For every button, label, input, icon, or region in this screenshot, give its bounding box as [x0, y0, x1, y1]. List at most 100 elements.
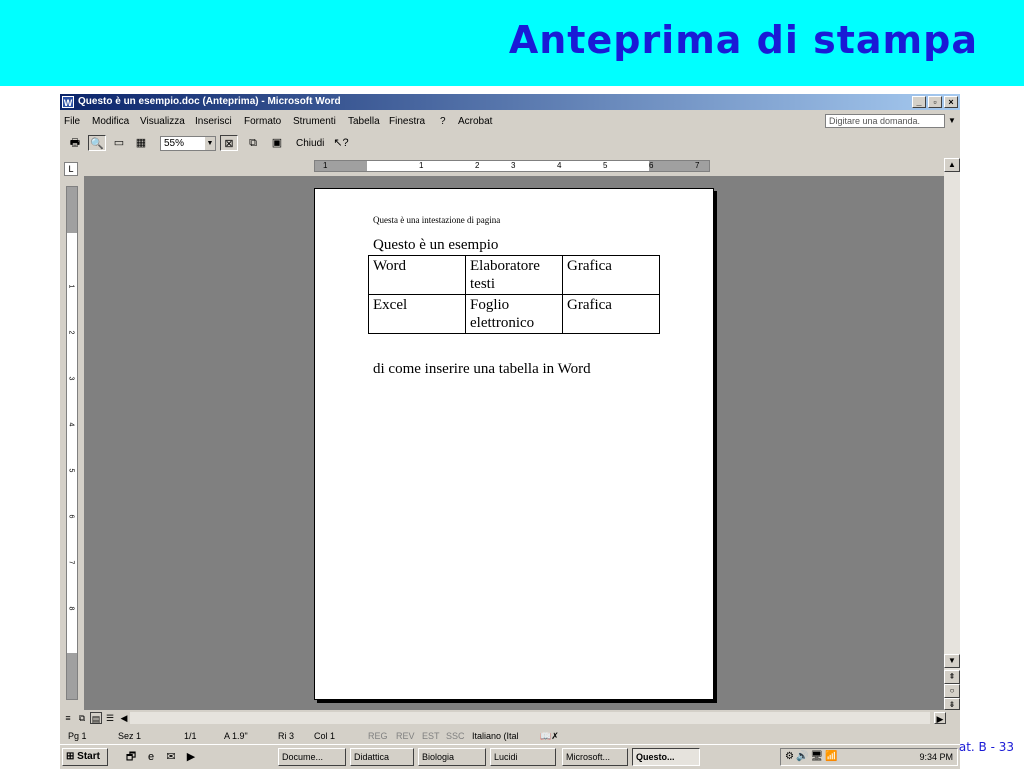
media-icon[interactable]: ▶ — [184, 750, 198, 764]
ruler-mark: 2 — [67, 330, 75, 335]
task-didattica[interactable]: Didattica — [350, 748, 414, 766]
ruler-mark: 4 — [67, 422, 75, 427]
task-microsoft[interactable]: Microsoft... — [562, 748, 628, 766]
ruler-mark: 6 — [649, 161, 654, 170]
task-questo[interactable]: Questo... — [632, 748, 700, 766]
one-page-icon[interactable]: ▭ — [110, 135, 128, 151]
windows-logo-icon: ⊞ — [66, 751, 75, 762]
vertical-scrollbar[interactable]: ▲ ▼ ⇞ ○ ⇟ — [944, 158, 960, 710]
menu-acrobat[interactable]: Acrobat — [458, 116, 492, 127]
outlook-icon[interactable]: ✉ — [164, 750, 178, 764]
previous-page-icon[interactable]: ⇞ — [944, 670, 960, 684]
preview-workspace[interactable]: Questa è una intestazione di pagina Ques… — [84, 176, 944, 710]
status-page: Pg 1 — [68, 731, 87, 741]
web-view-icon[interactable]: ⧉ — [76, 712, 88, 724]
next-page-icon[interactable]: ⇟ — [944, 698, 960, 710]
menu-formato[interactable]: Formato — [244, 116, 281, 127]
ruler-mark: 8 — [67, 606, 75, 611]
status-mode-ovr[interactable]: SSC — [446, 731, 465, 741]
ruler-mark: 3 — [511, 161, 516, 170]
window-title: Questo è un esempio.doc (Anteprima) - Mi… — [78, 96, 341, 107]
outline-view-icon[interactable]: ☰ — [104, 712, 116, 724]
word-window: W Questo è un esempio.doc (Anteprima) - … — [60, 94, 960, 769]
table-cell: Foglio elettronico — [465, 294, 563, 334]
document-body-text: di come inserire una tabella in Word — [373, 361, 591, 377]
show-desktop-icon[interactable]: 🗗 — [124, 750, 138, 764]
browse-object-icon[interactable]: ○ — [944, 684, 960, 698]
status-mode-ext[interactable]: EST — [422, 731, 440, 741]
start-button[interactable]: ⊞ Start — [62, 748, 108, 766]
full-screen-icon[interactable]: ▣ — [268, 135, 286, 151]
scroll-left-icon[interactable]: ◀ — [118, 712, 130, 724]
document-table: Word Elaboratore testi Grafica Excel Fog… — [368, 255, 660, 334]
status-language[interactable]: Italiano (Ital — [472, 731, 519, 741]
horizontal-scroll-track[interactable] — [130, 712, 930, 724]
shrink-to-fit-icon[interactable]: ⧉ — [244, 135, 262, 151]
ruler-bottom-margin — [67, 653, 77, 699]
clock: 9:34 PM — [919, 752, 953, 762]
scroll-right-icon[interactable]: ▶ — [934, 712, 946, 724]
horizontal-ruler[interactable]: 1 1 2 3 4 5 6 7 — [314, 160, 710, 172]
ruler-mark: 1 — [323, 161, 328, 170]
tab-stop-selector[interactable]: L — [64, 162, 78, 176]
status-position: A 1.9" — [224, 731, 248, 741]
close-button[interactable]: × — [944, 96, 958, 108]
task-biologia[interactable]: Biologia — [418, 748, 486, 766]
ruler-mark: 1 — [419, 161, 424, 170]
zoom-dropdown-icon[interactable]: ▼ — [205, 137, 215, 150]
menu-strumenti[interactable]: Strumenti — [293, 116, 336, 127]
menu-tabella[interactable]: Tabella — [348, 116, 380, 127]
windows-taskbar: ⊞ Start 🗗 e ✉ ▶ Docume... Didattica Biol… — [60, 744, 960, 769]
document-page[interactable]: Questa è una intestazione di pagina Ques… — [314, 188, 714, 700]
scroll-up-icon[interactable]: ▲ — [944, 158, 960, 172]
close-preview-button[interactable]: Chiudi — [296, 138, 324, 149]
ruler-mark: 1 — [67, 284, 75, 289]
document-title: Questo è un esempio — [373, 237, 499, 253]
spelling-check-icon[interactable]: 📖✗ — [540, 731, 559, 742]
tray-icons[interactable]: ⚙🔊🖥📶 — [785, 751, 840, 762]
table-cell: Grafica — [562, 294, 660, 334]
normal-view-icon[interactable]: ≡ — [62, 712, 74, 724]
status-pages: 1/1 — [184, 731, 197, 741]
ask-question-input[interactable]: Digitare una domanda. — [825, 114, 945, 128]
status-mode-rec[interactable]: REG — [368, 731, 388, 741]
menu-file[interactable]: File — [64, 116, 80, 127]
menu-modifica[interactable]: Modifica — [92, 116, 129, 127]
status-mode-trk[interactable]: REV — [396, 731, 415, 741]
ruler-top-margin — [67, 187, 77, 233]
ruler-mark: 7 — [67, 560, 75, 565]
task-lucidi[interactable]: Lucidi — [490, 748, 556, 766]
ask-dropdown-icon[interactable]: ▼ — [946, 114, 958, 128]
vertical-ruler[interactable]: 1 2 3 4 5 6 7 8 — [66, 186, 78, 700]
ruler-mark: 5 — [67, 468, 75, 473]
print-icon[interactable]: 🖶 — [66, 135, 84, 151]
minimize-button[interactable]: _ — [912, 96, 926, 108]
system-tray: ⚙🔊🖥📶 9:34 PM — [780, 748, 958, 766]
slide-header: Anteprima di stampa — [0, 0, 1024, 86]
magnifier-icon[interactable]: 🔍 — [88, 135, 106, 151]
page-header-text: Questa è una intestazione di pagina — [373, 215, 501, 225]
table-row: Word Elaboratore testi Grafica — [368, 255, 660, 295]
restore-button[interactable]: ▫ — [928, 96, 942, 108]
view-ruler-icon[interactable]: ⊠ — [220, 135, 238, 151]
print-layout-icon[interactable]: ▤ — [90, 712, 102, 724]
task-documenti[interactable]: Docume... — [278, 748, 346, 766]
preview-toolbar: 🖶 🔍 ▭ ▦ 55% ▼ ⊠ ⧉ ▣ Chiudi ↖? — [60, 132, 960, 154]
status-bar: Pg 1 Sez 1 1/1 A 1.9" Ri 3 Col 1 REG REV… — [60, 728, 960, 744]
horizontal-scrollbar: ≡ ⧉ ▤ ☰ ◀ ▶ — [60, 710, 960, 726]
table-cell: Word — [368, 255, 466, 295]
menu-help[interactable]: ? — [440, 116, 446, 127]
menu-finestra[interactable]: Finestra — [389, 116, 425, 127]
context-help-icon[interactable]: ↖? — [332, 135, 350, 151]
menu-inserisci[interactable]: Inserisci — [195, 116, 232, 127]
table-row: Excel Foglio elettronico Grafica — [368, 294, 660, 334]
ruler-right-margin — [649, 161, 709, 171]
start-label: Start — [77, 751, 100, 762]
table-cell: Grafica — [562, 255, 660, 295]
menu-visualizza[interactable]: Visualizza — [140, 116, 185, 127]
ruler-mark: 6 — [67, 514, 75, 519]
ruler-mark: 3 — [67, 376, 75, 381]
scroll-down-icon[interactable]: ▼ — [944, 654, 960, 668]
multiple-pages-icon[interactable]: ▦ — [132, 135, 150, 151]
browser-icon[interactable]: e — [144, 750, 158, 764]
